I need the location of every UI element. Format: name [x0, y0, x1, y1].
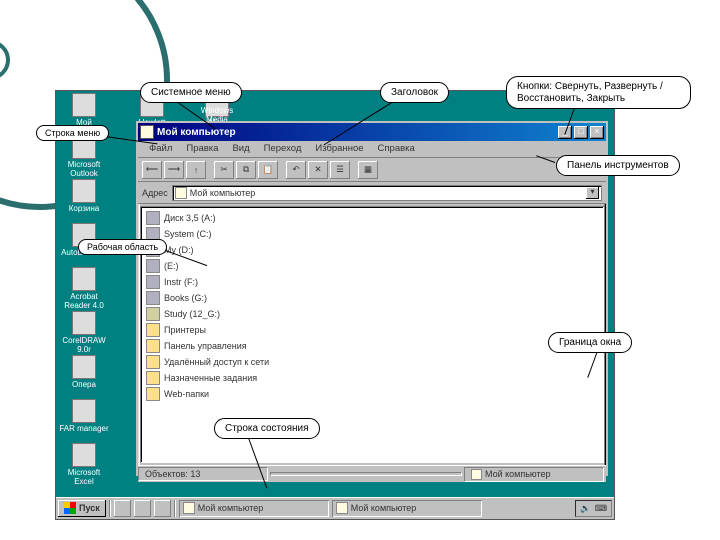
callout-menubar: Строка меню	[36, 125, 109, 141]
statusbar: Объектов: 13 Мой компьютер	[138, 465, 606, 482]
quicklaunch-icon[interactable]	[134, 500, 151, 517]
tray-icon[interactable]: ⌨	[595, 503, 607, 514]
item-label: Назначенные задания	[164, 373, 257, 383]
menu-item[interactable]: Переход	[257, 142, 309, 156]
desktop-icon[interactable]: Microsoft Excel	[58, 443, 110, 487]
drive-icon	[146, 259, 160, 273]
cut-button[interactable]: ✂	[214, 161, 234, 179]
forward-button[interactable]: ⟶	[164, 161, 184, 179]
cd-icon	[146, 307, 160, 321]
address-label: Адрес	[142, 188, 168, 198]
item-label: (E:)	[164, 261, 179, 271]
list-item[interactable]: Удалённый доступ к сети	[144, 354, 600, 370]
delete-button[interactable]: ✕	[308, 161, 328, 179]
callout-window-buttons: Кнопки: Свернуть, Развернуть / Восстанов…	[506, 76, 691, 109]
paste-button[interactable]: 📋	[258, 161, 278, 179]
list-item[interactable]: System (C:)	[144, 226, 600, 242]
list-item[interactable]: Books (G:)	[144, 290, 600, 306]
drive-icon	[146, 275, 160, 289]
menu-item[interactable]: Справка	[371, 142, 422, 156]
desktop-icon[interactable]: CorelDRAW 9.0r	[58, 311, 110, 355]
desktop: Мой компьютер Hewlett Packard Мои докуме…	[55, 90, 615, 520]
list-item[interactable]: My (D:)	[144, 242, 600, 258]
tray-icon[interactable]: 🔊	[580, 503, 591, 514]
windows-logo-icon	[64, 502, 76, 514]
address-combo[interactable]: Мой компьютер ▾	[172, 185, 602, 201]
folder-icon	[146, 387, 160, 401]
list-item[interactable]: Диск 3,5 (A:)	[144, 210, 600, 226]
callout-border: Граница окна	[548, 332, 632, 353]
taskbar: Пуск Мой компьютер Мой компьютер 🔊 ⌨	[56, 497, 614, 519]
menu-item[interactable]: Файл	[142, 142, 179, 156]
folder-icon	[146, 355, 160, 369]
item-label: Удалённый доступ к сети	[164, 357, 269, 367]
titlebar[interactable]: Мой компьютер _ □ ×	[138, 123, 606, 141]
list-item[interactable]: Study (12_G:)	[144, 306, 600, 322]
desktop-icon[interactable]: Acrobat Reader 4.0	[58, 267, 110, 311]
menu-item[interactable]: Правка	[179, 142, 225, 156]
client-area: Диск 3,5 (A:) System (C:) My (D:) (E:) Instr…	[140, 206, 604, 463]
item-label: Принтеры	[164, 325, 206, 335]
list-item[interactable]: Назначенные задания	[144, 370, 600, 386]
menu-item[interactable]: Избранное	[308, 142, 370, 156]
folder-icon	[146, 323, 160, 337]
copy-button[interactable]: ⧉	[236, 161, 256, 179]
desktop-icon[interactable]: Microsoft Outlook	[58, 135, 110, 179]
callout-title: Заголовок	[380, 82, 449, 103]
address-bar: Адрес Мой компьютер ▾	[138, 182, 606, 204]
computer-icon	[183, 502, 195, 514]
item-label: My (D:)	[164, 245, 194, 255]
item-label: System (C:)	[164, 229, 212, 239]
computer-icon	[336, 502, 348, 514]
quicklaunch-icon[interactable]	[154, 500, 171, 517]
item-label: Диск 3,5 (A:)	[164, 213, 216, 223]
drive-icon	[146, 291, 160, 305]
chevron-down-icon[interactable]: ▾	[586, 187, 599, 199]
list-item[interactable]: (E:)	[144, 258, 600, 274]
callout-statusbar: Строка состояния	[214, 418, 320, 439]
list-item[interactable]: Принтеры	[144, 322, 600, 338]
window-title: Мой компьютер	[157, 127, 556, 138]
status-right: Мой компьютер	[464, 467, 604, 482]
folder-icon	[146, 339, 160, 353]
desktop-icon[interactable]: Корзина	[58, 179, 110, 214]
item-label: Панель управления	[164, 341, 247, 351]
desktop-icon[interactable]: FAR manager	[58, 399, 110, 434]
drive-icon	[146, 211, 160, 225]
task-button[interactable]: Мой компьютер	[332, 500, 482, 517]
properties-button[interactable]: ☰	[330, 161, 350, 179]
computer-icon	[471, 469, 482, 480]
undo-button[interactable]: ↶	[286, 161, 306, 179]
views-button[interactable]: ▦	[358, 161, 378, 179]
folder-icon	[146, 371, 160, 385]
callout-system-menu: Системное меню	[140, 82, 242, 103]
item-label: Web-папки	[164, 389, 209, 399]
close-button[interactable]: ×	[590, 126, 604, 139]
list-item[interactable]: Панель управления	[144, 338, 600, 354]
menu-item[interactable]: Вид	[225, 142, 256, 156]
computer-icon	[175, 187, 187, 199]
quicklaunch-icon[interactable]	[114, 500, 131, 517]
item-label: Study (12_G:)	[164, 309, 220, 319]
callout-workarea: Рабочая область	[78, 239, 167, 255]
system-menu-icon[interactable]	[140, 125, 154, 139]
status-left: Объектов: 13	[138, 467, 268, 481]
list-item[interactable]: Web-папки	[144, 386, 600, 402]
back-button[interactable]: ⟵	[142, 161, 162, 179]
item-label: Books (G:)	[164, 293, 207, 303]
maximize-button[interactable]: □	[574, 126, 588, 139]
explorer-window: Мой компьютер _ □ × Файл Правка Вид Пере…	[136, 121, 608, 476]
start-button[interactable]: Пуск	[58, 500, 106, 517]
task-button[interactable]: Мой компьютер	[179, 500, 329, 517]
callout-toolbar: Панель инструментов	[556, 155, 680, 176]
system-tray[interactable]: 🔊 ⌨	[575, 500, 612, 517]
item-label: Instr (F:)	[164, 277, 198, 287]
list-item[interactable]: Instr (F:)	[144, 274, 600, 290]
desktop-icon[interactable]: Опера	[58, 355, 110, 390]
up-button[interactable]: ↑	[186, 161, 206, 179]
toolbar: ⟵ ⟶ ↑ ✂ ⧉ 📋 ↶ ✕ ☰ ▦	[138, 158, 606, 182]
